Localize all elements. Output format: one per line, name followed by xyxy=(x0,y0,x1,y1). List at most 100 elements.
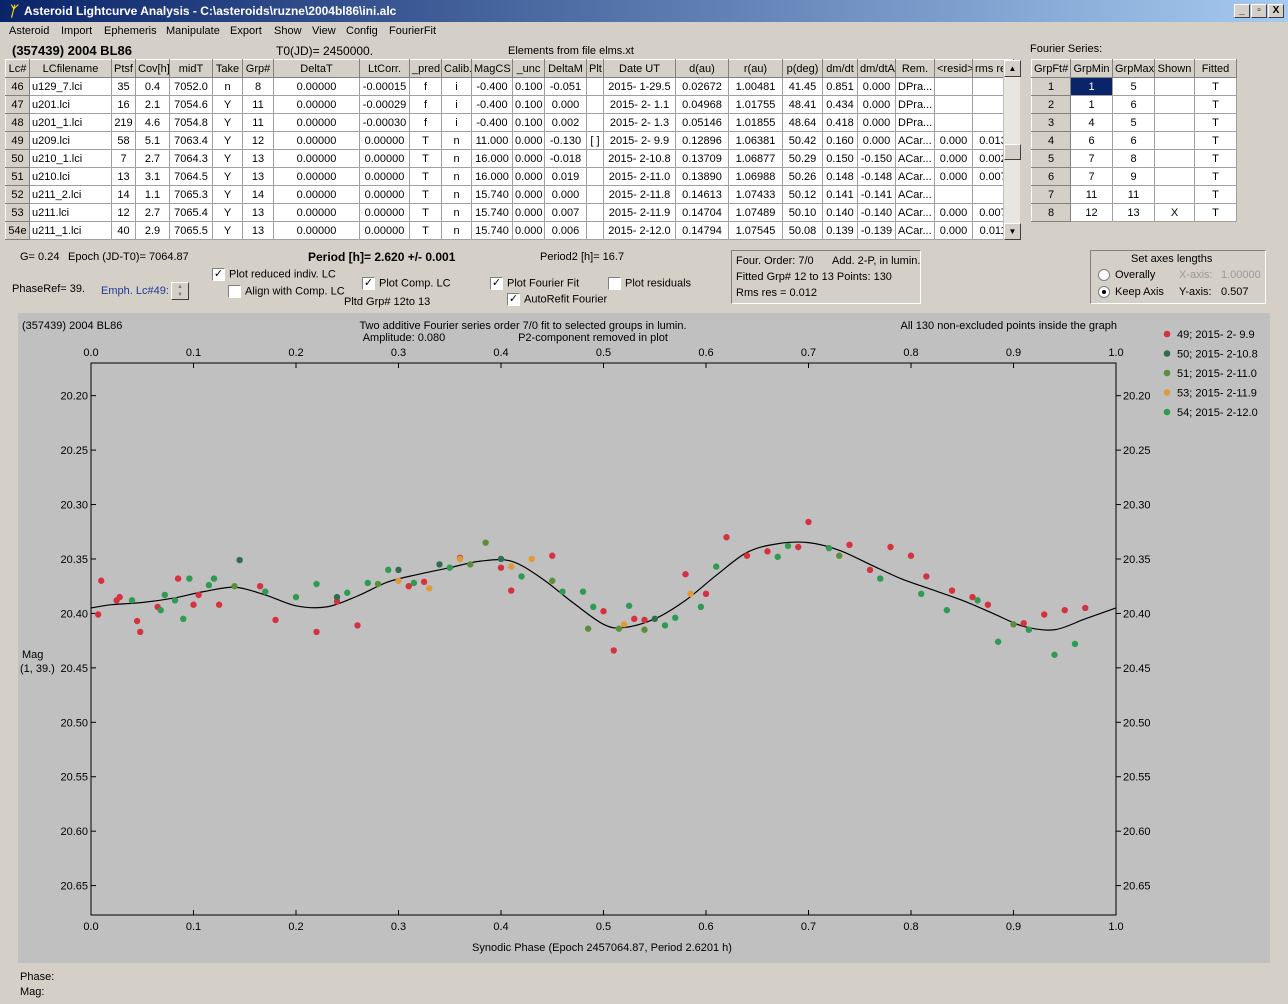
table-cell[interactable]: -0.400 xyxy=(471,77,513,96)
table-row[interactable]: 47 u201.lci 16 2.1 7054.6 Y 11 0.00000 -0.00029 f… xyxy=(5,95,1014,114)
column-header[interactable]: d(au) xyxy=(675,59,729,78)
table-cell[interactable]: 0.000 xyxy=(512,149,545,168)
table-cell[interactable]: 12 xyxy=(242,131,274,150)
x-axis-value[interactable]: 1.00000 xyxy=(1221,269,1261,281)
table-cell[interactable]: 15.740 xyxy=(471,185,513,204)
maximize-button[interactable]: ▫ xyxy=(1251,4,1267,18)
table-cell[interactable]: 0.00000 xyxy=(273,77,360,96)
column-header[interactable]: MagCS xyxy=(471,59,513,78)
table-cell[interactable]: 35 xyxy=(111,77,136,96)
table-cell[interactable]: 4 xyxy=(1070,113,1113,132)
column-header[interactable]: dm/dtA xyxy=(857,59,896,78)
table-cell[interactable] xyxy=(586,95,604,114)
column-header[interactable]: LtCorr. xyxy=(359,59,410,78)
column-header[interactable]: DeltaM xyxy=(544,59,587,78)
table-cell[interactable]: 0.00000 xyxy=(273,149,360,168)
table-cell[interactable]: 15.740 xyxy=(471,221,513,240)
table-cell[interactable]: 13 xyxy=(242,203,274,222)
table-cell[interactable]: 1.06381 xyxy=(728,131,783,150)
table-cell[interactable]: T xyxy=(1194,185,1237,204)
table-cell[interactable]: 7054.6 xyxy=(169,95,213,114)
column-header[interactable]: Rem. xyxy=(895,59,935,78)
table-cell[interactable]: n xyxy=(441,167,472,186)
table-cell[interactable]: 7 xyxy=(1070,167,1113,186)
table-cell[interactable]: 0.13709 xyxy=(675,149,729,168)
table-cell[interactable]: T xyxy=(409,221,442,240)
column-header[interactable]: _pred. xyxy=(409,59,442,78)
table-cell[interactable] xyxy=(934,95,973,114)
table-cell[interactable]: 50.42 xyxy=(782,131,823,150)
table-cell[interactable]: 0.00000 xyxy=(359,167,410,186)
table-cell[interactable]: u209.lci xyxy=(29,131,112,150)
table-cell[interactable]: T xyxy=(1194,77,1237,96)
table-row[interactable]: 48 u201_1.lci 219 4.6 7054.8 Y 11 0.00000 -0.000… xyxy=(5,113,1014,132)
table-cell[interactable]: 16.000 xyxy=(471,149,513,168)
lightcurve-chart[interactable]: (357439) 2004 BL86 Two additive Fourier … xyxy=(18,313,1270,963)
table-cell[interactable]: 0.100 xyxy=(512,113,545,132)
column-header[interactable]: Cov[h] xyxy=(135,59,170,78)
table-cell[interactable]: DPra... xyxy=(895,95,935,114)
table-cell[interactable]: 12 xyxy=(111,203,136,222)
table-cell[interactable]: 48.64 xyxy=(782,113,823,132)
table-cell[interactable]: n xyxy=(441,221,472,240)
lightcurve-table-scrollbar[interactable]: ▲ ▼ xyxy=(1003,60,1021,240)
table-cell[interactable]: 2.9 xyxy=(135,221,170,240)
table-row[interactable]: 216 T xyxy=(1031,95,1237,114)
table-cell[interactable]: 0.00000 xyxy=(273,167,360,186)
table-cell[interactable]: 0.007 xyxy=(544,203,587,222)
table-cell[interactable]: 5 xyxy=(1031,149,1071,168)
table-cell[interactable]: 6 xyxy=(1031,167,1071,186)
menu-fourierfit[interactable]: FourierFit xyxy=(389,25,436,37)
table-cell[interactable]: 0.13890 xyxy=(675,167,729,186)
table-cell[interactable]: 0.150 xyxy=(822,149,858,168)
table-cell[interactable]: 0.141 xyxy=(822,185,858,204)
y-axis-value[interactable]: 0.507 xyxy=(1221,286,1249,298)
table-cell[interactable]: -0.148 xyxy=(857,167,896,186)
table-cell[interactable]: 0.000 xyxy=(512,167,545,186)
table-cell[interactable]: ACar... xyxy=(895,131,935,150)
column-header[interactable]: GrpFt# xyxy=(1031,59,1071,78)
table-cell[interactable]: 41.45 xyxy=(782,77,823,96)
table-row[interactable]: 7 11 11 T xyxy=(1031,185,1237,204)
column-header[interactable]: Shown xyxy=(1154,59,1195,78)
menu-export[interactable]: Export xyxy=(230,25,262,37)
table-cell[interactable]: 0.12896 xyxy=(675,131,729,150)
table-cell[interactable]: 7065.4 xyxy=(169,203,213,222)
table-cell[interactable]: 14 xyxy=(242,185,274,204)
column-header[interactable]: Fitted xyxy=(1194,59,1237,78)
menu-view[interactable]: View xyxy=(312,25,336,37)
table-cell[interactable]: 7063.4 xyxy=(169,131,213,150)
table-cell[interactable]: 58 xyxy=(111,131,136,150)
table-cell[interactable]: Y xyxy=(212,221,243,240)
table-cell[interactable]: ACar... xyxy=(895,203,935,222)
table-cell[interactable]: 0.00000 xyxy=(273,131,360,150)
table-cell[interactable]: 1.01755 xyxy=(728,95,783,114)
table-cell[interactable]: 1 xyxy=(1070,95,1113,114)
table-cell[interactable]: 0.000 xyxy=(934,203,973,222)
column-header[interactable]: Lc# xyxy=(5,59,30,78)
table-cell[interactable]: ACar... xyxy=(895,149,935,168)
column-header[interactable]: Ptsf xyxy=(111,59,136,78)
table-cell[interactable] xyxy=(934,185,973,204)
table-cell[interactable]: 8 xyxy=(1112,149,1155,168)
table-row[interactable]: 679 T xyxy=(1031,167,1237,186)
app-icon[interactable]: ᛉ xyxy=(4,3,20,19)
table-row[interactable]: 50 u210_1.lci 7 2.7 7064.3 Y 13 0.00000 0.00000 T… xyxy=(5,149,1014,168)
table-cell[interactable]: 0.418 xyxy=(822,113,858,132)
table-cell[interactable]: T xyxy=(409,131,442,150)
table-cell[interactable]: 0.100 xyxy=(512,77,545,96)
table-cell[interactable]: 0.00000 xyxy=(359,149,410,168)
table-cell[interactable]: 2.1 xyxy=(135,95,170,114)
table-cell[interactable]: 47 xyxy=(5,95,30,114)
table-cell[interactable]: ACar... xyxy=(895,221,935,240)
table-cell[interactable]: 6 xyxy=(1112,95,1155,114)
table-cell[interactable]: 0.160 xyxy=(822,131,858,150)
table-cell[interactable]: 0.14794 xyxy=(675,221,729,240)
table-cell[interactable]: u211_2.lci xyxy=(29,185,112,204)
table-cell[interactable]: 0.02672 xyxy=(675,77,729,96)
table-cell[interactable]: 1.06988 xyxy=(728,167,783,186)
table-cell[interactable]: 0.000 xyxy=(857,77,896,96)
table-cell[interactable]: 2015- 2- 9.9 xyxy=(603,131,676,150)
table-cell[interactable]: 0.000 xyxy=(934,167,973,186)
table-cell[interactable]: 0.019 xyxy=(544,167,587,186)
